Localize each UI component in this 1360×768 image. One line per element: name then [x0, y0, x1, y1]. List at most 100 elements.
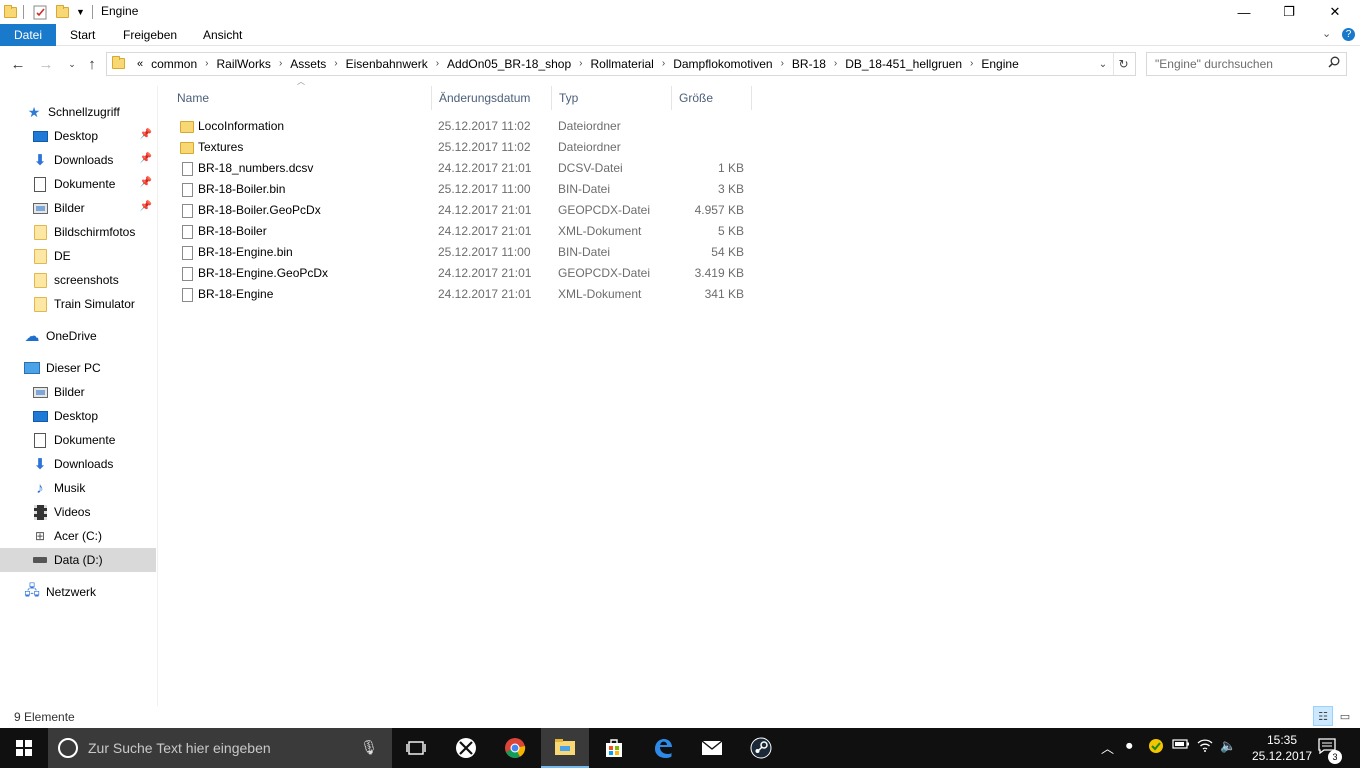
tab-ansicht[interactable]: Ansicht — [189, 24, 256, 46]
pin-icon[interactable]: 📌 — [140, 129, 152, 140]
breadcrumb-separator-icon[interactable]: › — [432, 53, 443, 75]
breadcrumb-separator-icon[interactable]: › — [966, 53, 977, 75]
nav-item-documents[interactable]: Dokumente 📌 — [0, 172, 156, 196]
recent-chevron-icon[interactable]: ⌄ — [62, 54, 82, 74]
ribbon-collapse-icon[interactable]: ⌄ — [1322, 27, 1331, 40]
breadcrumb-item[interactable]: Rollmaterial — [586, 53, 657, 75]
details-view-icon[interactable]: ☷ — [1313, 706, 1333, 726]
file-row[interactable]: BR-18-Engine.bin 25.12.2017 11:00 BIN-Da… — [170, 242, 752, 263]
store-icon[interactable] — [590, 728, 638, 768]
column-header-date[interactable]: Änderungsdatum — [432, 86, 552, 110]
properties-icon[interactable] — [33, 4, 47, 20]
large-icons-view-icon[interactable]: ▭ — [1335, 706, 1355, 726]
tab-datei[interactable]: Datei — [0, 24, 57, 46]
file-row[interactable]: LocoInformation 25.12.2017 11:02 Dateior… — [170, 116, 752, 137]
nav-pc-desktop[interactable]: Desktop — [0, 404, 156, 428]
breadcrumb-item[interactable]: AddOn05_BR-18_shop — [443, 53, 575, 75]
nav-onedrive[interactable]: ☁ OneDrive — [0, 324, 156, 348]
file-row[interactable]: BR-18-Boiler 24.12.2017 21:01 XML-Dokume… — [170, 221, 752, 242]
nav-pc-videos[interactable]: Videos — [0, 500, 156, 524]
file-row[interactable]: Textures 25.12.2017 11:02 Dateiordner — [170, 137, 752, 158]
nav-network[interactable]: 🖧 Netzwerk — [0, 580, 156, 604]
nav-pc-pictures[interactable]: Bilder — [0, 380, 156, 404]
column-header-name[interactable]: Name — [170, 86, 432, 110]
cortana-icon — [58, 738, 78, 758]
nav-item-desktop[interactable]: Desktop 📌 — [0, 124, 156, 148]
wifi-icon[interactable] — [1197, 738, 1213, 755]
file-row[interactable]: BR-18_numbers.dcsv 24.12.2017 21:01 DCSV… — [170, 158, 752, 179]
nav-item-pictures[interactable]: Bilder 📌 — [0, 196, 156, 220]
nav-item-train-simulator[interactable]: Train Simulator — [0, 292, 156, 316]
minimize-button[interactable]: — — [1221, 0, 1267, 24]
breadcrumb-item[interactable]: BR-18 — [788, 53, 830, 75]
edge-icon[interactable] — [639, 728, 687, 768]
help-icon[interactable]: ? — [1342, 28, 1355, 41]
nav-pc-drive-d[interactable]: Data (D:) — [0, 548, 156, 572]
forward-arrow-icon[interactable]: → — [36, 54, 56, 74]
search-icon[interactable] — [1328, 56, 1340, 71]
microphone-icon[interactable]: 🎙 — [360, 739, 378, 756]
nav-item-de[interactable]: DE — [0, 244, 156, 268]
file-row[interactable]: BR-18-Engine.GeoPcDx 24.12.2017 21:01 GE… — [170, 263, 752, 284]
tray-record-icon[interactable]: ⏺ — [1126, 738, 1133, 754]
breadcrumb-separator-icon[interactable]: › — [330, 53, 341, 75]
volume-icon[interactable]: 🔈 — [1220, 738, 1236, 754]
nav-pc-music[interactable]: ♪ Musik — [0, 476, 156, 500]
up-arrow-icon[interactable]: ↑ — [82, 54, 102, 74]
task-view-icon[interactable] — [392, 728, 440, 768]
file-row[interactable]: BR-18-Boiler.bin 25.12.2017 11:00 BIN-Da… — [170, 179, 752, 200]
breadcrumb-separator-icon[interactable]: › — [575, 53, 586, 75]
back-arrow-icon[interactable]: ← — [8, 54, 28, 74]
close-button[interactable]: ✕ — [1312, 0, 1358, 24]
file-row[interactable]: BR-18-Boiler.GeoPcDx 24.12.2017 21:01 GE… — [170, 200, 752, 221]
breadcrumb-separator-icon[interactable]: › — [658, 53, 669, 75]
nav-item-downloads[interactable]: ⬇ Downloads 📌 — [0, 148, 156, 172]
breadcrumb-item[interactable]: Dampflokomotiven — [669, 53, 776, 75]
file-explorer-icon[interactable] — [541, 728, 589, 768]
file-row[interactable]: BR-18-Engine 24.12.2017 21:01 XML-Dokume… — [170, 284, 752, 305]
clock[interactable]: 15:35 25.12.2017 — [1252, 732, 1312, 764]
tab-freigeben[interactable]: Freigeben — [109, 24, 191, 46]
xbox-icon[interactable] — [442, 728, 490, 768]
breadcrumb-item[interactable]: DB_18-451_hellgruen — [841, 53, 966, 75]
steam-icon[interactable] — [737, 728, 785, 768]
maximize-button[interactable]: ❐ — [1266, 0, 1312, 24]
column-header-size[interactable]: Größe — [672, 86, 752, 110]
refresh-icon[interactable]: ↻ — [1113, 53, 1133, 75]
new-folder-icon[interactable] — [56, 4, 69, 20]
breadcrumb-separator-icon[interactable]: › — [275, 53, 286, 75]
nav-pc-downloads[interactable]: ⬇ Downloads — [0, 452, 156, 476]
file-date: 25.12.2017 11:00 — [438, 245, 531, 259]
address-bar[interactable]: « common › RailWorks › Assets › Eisenbah… — [106, 52, 1136, 76]
breadcrumb-item[interactable]: common — [147, 53, 201, 75]
mail-icon[interactable] — [688, 728, 736, 768]
nav-item-screenshots-folder[interactable]: Bildschirmfotos — [0, 220, 156, 244]
tab-start[interactable]: Start — [56, 24, 109, 46]
breadcrumb-item[interactable]: Engine — [977, 53, 1022, 75]
breadcrumb-item[interactable]: RailWorks — [212, 53, 274, 75]
breadcrumb-item[interactable]: Eisenbahnwerk — [342, 53, 432, 75]
breadcrumb-separator-icon[interactable]: › — [830, 53, 841, 75]
start-button[interactable] — [0, 728, 48, 768]
nav-pc-documents[interactable]: Dokumente — [0, 428, 156, 452]
customize-chevron-icon[interactable]: ▼ — [76, 4, 85, 20]
tray-chevron-up-icon[interactable]: ︿ — [1101, 738, 1114, 757]
battery-icon[interactable] — [1172, 738, 1190, 753]
breadcrumb-separator-icon[interactable]: › — [201, 53, 212, 75]
nav-quick-access[interactable]: ★ Schnellzugriff — [0, 100, 156, 124]
taskbar-search-input[interactable]: Zur Suche Text hier eingeben 🎙 — [48, 728, 392, 768]
chrome-icon[interactable] — [491, 728, 539, 768]
breadcrumb-separator-icon[interactable]: › — [777, 53, 788, 75]
address-dropdown-icon[interactable]: ⌄ — [1093, 53, 1113, 75]
breadcrumb-item[interactable]: Assets — [286, 53, 330, 75]
nav-pc-drive-c[interactable]: ⊞ Acer (C:) — [0, 524, 156, 548]
column-header-type[interactable]: Typ — [552, 86, 672, 110]
breadcrumb-overflow[interactable]: « — [133, 53, 147, 75]
nav-this-pc[interactable]: Dieser PC — [0, 356, 156, 380]
search-input[interactable]: "Engine" durchsuchen — [1146, 52, 1347, 76]
nav-item-screenshots[interactable]: screenshots — [0, 268, 156, 292]
pin-icon[interactable]: 📌 — [140, 201, 152, 212]
pin-icon[interactable]: 📌 — [140, 153, 152, 164]
tray-security-icon[interactable] — [1148, 738, 1164, 757]
pin-icon[interactable]: 📌 — [140, 177, 152, 188]
